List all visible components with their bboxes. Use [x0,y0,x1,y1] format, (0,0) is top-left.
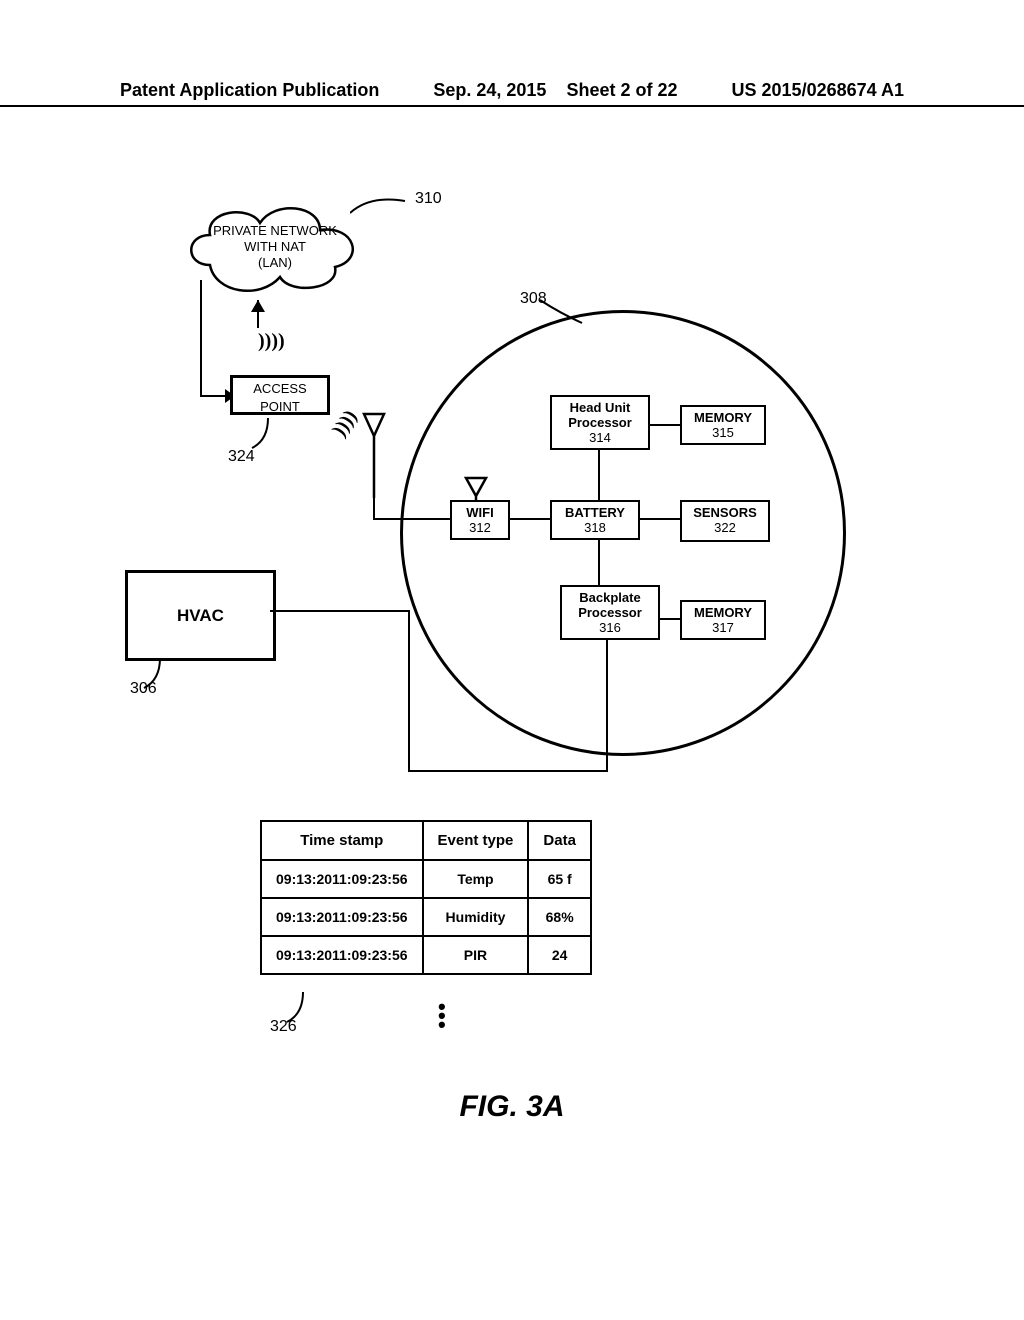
hu-l1: Head Unit [570,400,631,415]
th-timestamp: Time stamp [261,821,423,860]
radio-waves-icon: )))) [258,330,285,353]
connector [373,518,450,520]
table-ref: 326 [270,1018,297,1036]
connector [270,610,410,612]
connector [606,640,608,772]
event-log-table: Time stamp Event type Data 09:13:2011:09… [260,820,592,975]
ap-ref: 324 [228,448,255,466]
header-pubno: US 2015/0268674 A1 [732,80,904,101]
figure-diagram: PRIVATE NETWORK WITH NAT (LAN) 310 )))) … [0,180,1024,1080]
connector [598,540,600,585]
hvac-block: HVAC [125,570,276,661]
page-header: Patent Application Publication Sep. 24, … [0,80,1024,107]
sensors-l2: 322 [714,520,736,535]
access-point-block: ACCESS POINT [230,375,330,415]
hvac-label: HVAC [177,606,224,625]
connector [408,770,608,772]
batt-l2: 318 [584,520,606,535]
connector [200,280,202,395]
memory-317-block: MEMORY 317 [680,600,766,640]
connector [660,618,680,620]
radio-waves-icon: )))) [328,406,362,441]
hu-l2: Processor [568,415,632,430]
vertical-ellipsis-icon: ••• [438,1002,446,1029]
bp-l2: Processor [578,605,642,620]
head-unit-processor-block: Head Unit Processor 314 [550,395,650,450]
table-row: 09:13:2011:09:23:56 Temp 65 f [261,860,591,898]
ap-ref-leader [250,418,280,452]
cloud-private-network: PRIVATE NETWORK WITH NAT (LAN) [180,195,370,305]
cell: 09:13:2011:09:23:56 [261,898,423,936]
batt-l1: BATTERY [565,505,625,520]
table-row: 09:13:2011:09:23:56 Humidity 68% [261,898,591,936]
header-date: Sep. 24, 2015 [433,80,546,100]
memory-315-block: MEMORY 315 [680,405,766,445]
cloud-line2: WITH NAT [244,239,306,254]
sensors-l1: SENSORS [693,505,757,520]
cell: 24 [528,936,591,974]
bp-l3: 316 [599,620,621,635]
header-sheet: Sheet 2 of 22 [566,80,677,100]
hvac-ref: 306 [130,680,157,698]
th-data: Data [528,821,591,860]
cell: 68% [528,898,591,936]
sensors-block: SENSORS 322 [680,500,770,542]
mem2-l1: MEMORY [694,605,752,620]
connector [598,450,600,500]
cell: Temp [423,860,529,898]
mem1-l2: 315 [712,425,734,440]
wifi-l1: WIFI [466,505,493,520]
wifi-block: WIFI 312 [450,500,510,540]
header-publication: Patent Application Publication [120,80,379,101]
bp-l1: Backplate [579,590,640,605]
connector [510,518,550,520]
circle-ref-leader [540,295,590,325]
cell: 65 f [528,860,591,898]
ap-antenna-icon [232,328,256,378]
circle-ref: 308 [520,290,547,308]
arrow-icon [251,300,265,312]
table-header-row: Time stamp Event type Data [261,821,591,860]
backplate-processor-block: Backplate Processor 316 [560,585,660,640]
cloud-ref-leader [350,195,410,220]
cell: Humidity [423,898,529,936]
connector [408,610,410,770]
connector [650,424,680,426]
cell: 09:13:2011:09:23:56 [261,936,423,974]
connector [373,498,375,520]
cell: 09:13:2011:09:23:56 [261,860,423,898]
ap-line1: ACCESS [253,381,306,396]
cloud-line1: PRIVATE NETWORK [213,223,337,238]
mem2-l2: 317 [712,620,734,635]
hu-l3: 314 [589,430,611,445]
wifi-antenna-icon [360,410,388,505]
table-row: 09:13:2011:09:23:56 PIR 24 [261,936,591,974]
cloud-ref: 310 [415,190,442,208]
figure-label: FIG. 3A [0,1090,1024,1124]
th-eventtype: Event type [423,821,529,860]
battery-block: BATTERY 318 [550,500,640,540]
cell: PIR [423,936,529,974]
wifi-l2: 312 [469,520,491,535]
connector [640,518,680,520]
ap-line2: POINT [260,399,300,414]
mem1-l1: MEMORY [694,410,752,425]
cloud-line3: (LAN) [258,255,292,270]
